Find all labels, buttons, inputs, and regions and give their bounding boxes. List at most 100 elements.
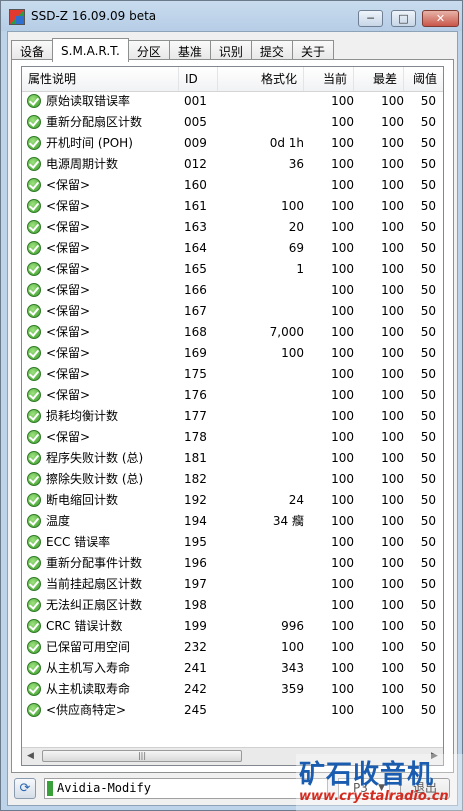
- table-row[interactable]: 已保留可用空间 232 100 100 100 50: [22, 637, 443, 658]
- attribute-worst: 100: [381, 598, 404, 612]
- horizontal-scrollbar[interactable]: ◀ ||| ▶: [22, 747, 443, 765]
- attribute-threshold: 50: [420, 388, 436, 402]
- table-row[interactable]: 重新分配扇区计数 005 100 100 50: [22, 112, 443, 133]
- attribute-worst: 100: [381, 325, 404, 339]
- attribute-current: 100: [331, 430, 354, 444]
- attribute-current: 100: [331, 493, 354, 507]
- attribute-formatted: 996: [281, 619, 304, 633]
- attribute-current: 100: [331, 514, 354, 528]
- attribute-threshold: 50: [420, 640, 436, 654]
- attribute-threshold: 50: [420, 619, 436, 633]
- attribute-current: 100: [331, 451, 354, 465]
- table-row[interactable]: 无法纠正扇区计数 198 100 100 50: [22, 595, 443, 616]
- attribute-current: 100: [331, 661, 354, 675]
- minimize-button[interactable]: ─: [358, 10, 383, 27]
- column-header-current[interactable]: 当前: [304, 67, 354, 91]
- attribute-name: 电源周期计数: [46, 157, 119, 171]
- column-header-format[interactable]: 格式化: [218, 67, 304, 91]
- attribute-threshold: 50: [420, 262, 436, 276]
- attribute-current: 100: [331, 304, 354, 318]
- tab-item[interactable]: S.M.A.R.T.: [52, 38, 129, 62]
- table-row[interactable]: 从主机写入寿命 241 343 100 100 50: [22, 658, 443, 679]
- table-row[interactable]: 重新分配事件计数 196 100 100 50: [22, 553, 443, 574]
- table-row[interactable]: CRC 错误计数 199 996 100 100 50: [22, 616, 443, 637]
- attribute-current: 100: [331, 619, 354, 633]
- tab-item[interactable]: 分区: [127, 40, 170, 61]
- attribute-name: 已保留可用空间: [46, 640, 131, 654]
- table-row[interactable]: <保留> 178 100 100 50: [22, 427, 443, 448]
- table-row[interactable]: 当前挂起扇区计数 197 100 100 50: [22, 574, 443, 595]
- smart-attribute-list[interactable]: 属性说明 ID 格式化 当前 最差 阈值 原始读取错误率 001 100 100 50 重…: [21, 66, 444, 766]
- tab-item[interactable]: 关于: [291, 40, 334, 61]
- table-row[interactable]: 擦除失败计数 (总) 182 100 100 50: [22, 469, 443, 490]
- table-row[interactable]: <供应商特定> 245 100 100 50: [22, 700, 443, 721]
- table-row[interactable]: <保留> 160 100 100 50: [22, 175, 443, 196]
- attribute-current: 100: [331, 346, 354, 360]
- attribute-formatted: 24: [288, 493, 304, 507]
- ok-check-icon: [27, 304, 41, 318]
- attribute-threshold: 50: [420, 577, 436, 591]
- tab-item[interactable]: 基准: [168, 40, 211, 61]
- attribute-worst: 100: [381, 367, 404, 381]
- table-row[interactable]: 温度 194 34 癵 100 100 50: [22, 511, 443, 532]
- tab-item[interactable]: 提交: [250, 40, 293, 61]
- table-row[interactable]: <保留> 166 100 100 50: [22, 280, 443, 301]
- attribute-current: 100: [331, 283, 354, 297]
- table-row[interactable]: 原始读取错误率 001 100 100 50: [22, 91, 443, 112]
- attribute-worst: 100: [381, 430, 404, 444]
- attribute-threshold: 50: [420, 136, 436, 150]
- attribute-worst: 100: [381, 178, 404, 192]
- scroll-right-icon[interactable]: ▶: [426, 748, 443, 765]
- table-row[interactable]: <保留> 163 20 100 100 50: [22, 217, 443, 238]
- table-row[interactable]: 程序失败计数 (总) 181 100 100 50: [22, 448, 443, 469]
- ok-check-icon: [27, 262, 41, 276]
- attribute-name: 重新分配扇区计数: [46, 115, 143, 129]
- table-row[interactable]: <保留> 167 100 100 50: [22, 301, 443, 322]
- table-row[interactable]: <保留> 175 100 100 50: [22, 364, 443, 385]
- maximize-button[interactable]: □: [391, 10, 416, 27]
- table-row[interactable]: <保留> 161 100 100 100 50: [22, 196, 443, 217]
- table-row[interactable]: <保留> 165 1 100 100 50: [22, 259, 443, 280]
- column-header-threshold[interactable]: 阈值: [404, 67, 443, 91]
- table-row[interactable]: <保留> 168 7,000 100 100 50: [22, 322, 443, 343]
- ok-check-icon: [27, 598, 41, 612]
- table-row[interactable]: 电源周期计数 012 36 100 100 50: [22, 154, 443, 175]
- ok-check-icon: [27, 703, 41, 717]
- attribute-formatted: [218, 427, 304, 448]
- table-row[interactable]: 断电缩回计数 192 24 100 100 50: [22, 490, 443, 511]
- table-row[interactable]: 开机时间 (POH) 009 0d 1h 100 100 50: [22, 133, 443, 154]
- table-row[interactable]: <保留> 176 100 100 50: [22, 385, 443, 406]
- title-bar[interactable]: SSD-Z 16.09.09 beta ─ □ ✕: [1, 1, 462, 31]
- ok-check-icon: [27, 472, 41, 486]
- tab-item[interactable]: 设备: [11, 40, 54, 61]
- scroll-left-icon[interactable]: ◀: [22, 748, 39, 765]
- ok-check-icon: [27, 640, 41, 654]
- ok-check-icon: [27, 367, 41, 381]
- scrollbar-thumb[interactable]: |||: [42, 750, 242, 762]
- refresh-button[interactable]: ⟳: [14, 778, 36, 799]
- table-row[interactable]: ECC 错误率 195 100 100 50: [22, 532, 443, 553]
- table-row[interactable]: 从主机读取寿命 242 359 100 100 50: [22, 679, 443, 700]
- page-dropdown[interactable]: P3 ▼: [338, 778, 390, 799]
- attribute-threshold: 50: [420, 115, 436, 129]
- attribute-name: <保留>: [46, 262, 91, 276]
- table-row[interactable]: <保留> 164 69 100 100 50: [22, 238, 443, 259]
- table-row[interactable]: <保留> 169 100 100 100 50: [22, 343, 443, 364]
- table-row[interactable]: 损耗均衡计数 177 100 100 50: [22, 406, 443, 427]
- column-header-worst[interactable]: 最差: [354, 67, 404, 91]
- attribute-id: 001: [184, 94, 207, 108]
- attribute-worst: 100: [381, 115, 404, 129]
- attribute-threshold: 50: [420, 472, 436, 486]
- drive-selector[interactable]: Avidia-Modify: [44, 778, 328, 799]
- attribute-id: 012: [184, 157, 207, 171]
- attribute-threshold: 50: [420, 367, 436, 381]
- attribute-id: 199: [184, 619, 207, 633]
- attribute-formatted: 34 癵: [272, 514, 304, 528]
- close-button[interactable]: ✕: [422, 10, 459, 27]
- column-header-id[interactable]: ID: [179, 67, 218, 91]
- attribute-formatted: [218, 112, 304, 133]
- tab-item[interactable]: 识别: [209, 40, 252, 61]
- column-header-name[interactable]: 属性说明: [22, 67, 179, 91]
- exit-button[interactable]: 退出: [400, 778, 450, 799]
- attribute-id: 169: [184, 346, 207, 360]
